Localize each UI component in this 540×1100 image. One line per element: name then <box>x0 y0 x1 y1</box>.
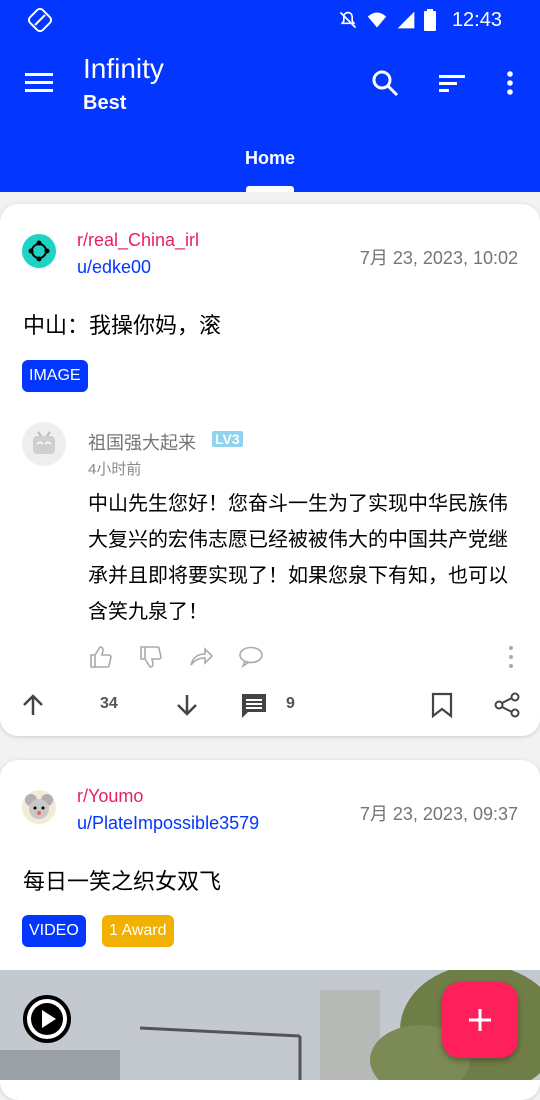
mute-icon <box>339 11 357 29</box>
bookmark-icon[interactable] <box>429 692 455 718</box>
battery-icon <box>423 9 436 31</box>
subreddit-name[interactable]: r/real_China_irl <box>77 230 199 251</box>
vpn-icon <box>28 8 52 32</box>
add-icon <box>469 1009 491 1031</box>
subreddit-avatar[interactable] <box>22 790 56 824</box>
score: 34 <box>100 695 118 712</box>
subreddit-avatar[interactable] <box>22 234 56 268</box>
subreddit-logo-icon <box>28 240 50 262</box>
award-badge: 1 Award <box>102 915 174 947</box>
app-bar: 12:43 Infinity Best Home <box>0 0 540 192</box>
more-vert-icon[interactable] <box>495 68 525 98</box>
signal-icon <box>397 11 415 29</box>
wifi-icon <box>367 12 387 28</box>
share-icon[interactable] <box>494 692 520 718</box>
quoted-time: 4小时前 <box>88 461 142 478</box>
tab-indicator <box>246 186 294 192</box>
author-name[interactable]: u/PlateImpossible3579 <box>77 813 259 834</box>
status-bar: 12:43 <box>0 0 540 40</box>
menu-icon[interactable] <box>24 68 54 98</box>
post-title[interactable]: 每日一笑之织女双飞 <box>23 864 221 896</box>
thumbs-down-icon <box>140 646 162 668</box>
post-actions: 34 9 <box>0 684 540 724</box>
subreddit-name[interactable]: r/Youmo <box>77 786 143 807</box>
post-type-badge: VIDEO <box>22 915 86 947</box>
upvote-icon[interactable] <box>20 692 46 718</box>
quoted-user-name: 祖国强大起来 <box>88 433 196 453</box>
sort-subtitle: Best <box>83 92 127 114</box>
play-icon[interactable] <box>22 994 72 1044</box>
quoted-more-icon <box>509 646 513 668</box>
tab-home[interactable]: Home <box>215 148 325 169</box>
level-badge: LV3 <box>212 431 243 447</box>
reply-bubble-icon <box>239 646 263 669</box>
comment-icon[interactable] <box>240 692 268 720</box>
sort-icon[interactable] <box>437 68 467 98</box>
status-time: 12:43 <box>451 8 502 31</box>
tv-mascot-icon <box>33 431 55 454</box>
forward-icon <box>190 647 214 666</box>
search-icon[interactable] <box>370 68 400 98</box>
quoted-user-avatar <box>22 422 66 466</box>
author-name[interactable]: u/edke00 <box>77 257 151 278</box>
post-type-badge: IMAGE <box>22 360 88 392</box>
downvote-icon[interactable] <box>174 692 200 718</box>
quoted-actions <box>88 644 518 670</box>
comment-count: 9 <box>286 695 295 712</box>
post-card[interactable]: r/real_China_irl u/edke00 7月 23, 2023, 1… <box>0 204 540 736</box>
post-title[interactable]: 中山：我操你妈，滚 <box>23 308 221 340</box>
quoted-comment-text: 中山先生您好！您奋斗一生为了实现中华民族伟大复兴的宏伟志愿已经被被伟大的中国共产… <box>88 493 508 623</box>
add-post-fab[interactable] <box>442 982 518 1058</box>
app-title: Infinity <box>83 53 164 84</box>
post-date: 7月 23, 2023, 09:37 <box>359 804 518 824</box>
post-date: 7月 23, 2023, 10:02 <box>359 248 518 268</box>
mouse-logo-icon <box>25 794 53 819</box>
thumbs-up-icon <box>90 646 112 668</box>
